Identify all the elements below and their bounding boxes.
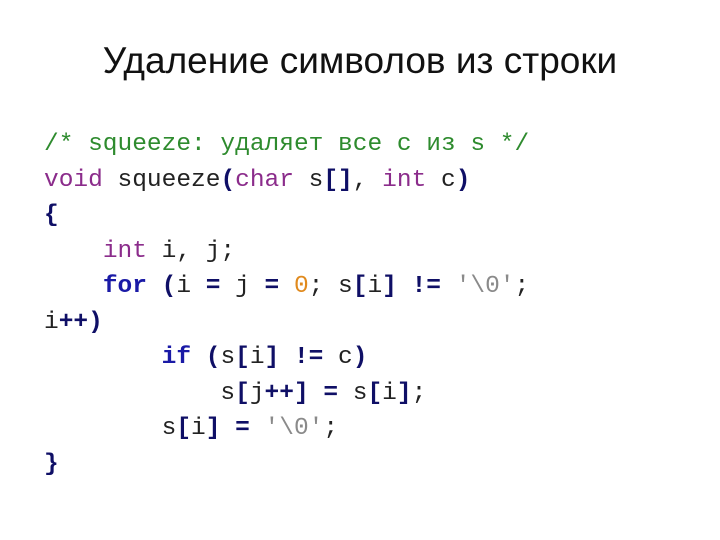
slide-title: Удаление символов из строки bbox=[102, 40, 618, 81]
code-char-literal: '\0' bbox=[264, 415, 324, 442]
code-line: s[j++] = s[i]; bbox=[44, 376, 529, 412]
code-punctuation: ) bbox=[352, 344, 368, 371]
code-punctuation: ++] bbox=[264, 379, 309, 407]
code-text: i bbox=[176, 273, 206, 300]
code-text: i bbox=[191, 415, 206, 442]
code-punctuation: ( bbox=[161, 273, 177, 300]
code-text: c bbox=[323, 344, 353, 371]
code-text: i bbox=[367, 273, 383, 300]
code-line: } bbox=[44, 447, 529, 483]
code-punctuation: [ bbox=[176, 415, 192, 442]
code-text: c bbox=[426, 166, 456, 194]
code-punctuation: = bbox=[235, 415, 250, 442]
code-punctuation: != bbox=[293, 344, 324, 371]
code-text: ; bbox=[411, 379, 427, 407]
code-text: ; bbox=[514, 273, 530, 300]
code-text: j bbox=[249, 379, 265, 407]
code-control-keyword: for bbox=[102, 273, 147, 300]
code-comment: /* squeeze: удаляет все c из s */ bbox=[44, 131, 530, 158]
code-punctuation: ( bbox=[220, 166, 236, 194]
code-text: s bbox=[220, 344, 236, 371]
code-punctuation: ] bbox=[396, 379, 412, 407]
code-text: s bbox=[44, 415, 177, 442]
code-text: i bbox=[382, 379, 397, 407]
code-text: s bbox=[44, 379, 236, 407]
code-text: i, j; bbox=[146, 237, 236, 265]
code-text: j bbox=[220, 273, 265, 300]
code-punctuation: ( bbox=[205, 344, 221, 371]
code-line: if (s[i] != c) bbox=[44, 340, 529, 376]
code-char-literal: '\0' bbox=[455, 273, 515, 300]
code-punctuation: ] bbox=[264, 344, 280, 371]
code-punctuation: ] bbox=[205, 415, 221, 442]
code-text: s bbox=[293, 166, 324, 194]
code-line: s[i] = '\0'; bbox=[44, 411, 529, 447]
code-type-keyword: void bbox=[44, 166, 103, 194]
code-punctuation: ) bbox=[455, 166, 471, 194]
code-block: /* squeeze: удаляет все c из s */ void sq… bbox=[44, 127, 529, 482]
code-punctuation: [ bbox=[367, 379, 383, 407]
code-text: squeeze bbox=[102, 166, 221, 194]
code-line: void squeeze(char s[], int c) bbox=[44, 163, 529, 199]
code-punctuation: [ bbox=[352, 273, 368, 300]
code-punctuation: [] bbox=[323, 166, 353, 194]
code-line: int i, j; bbox=[44, 234, 529, 270]
code-line: /* squeeze: удаляет все c из s */ bbox=[44, 127, 529, 163]
code-text: ; bbox=[323, 415, 339, 442]
code-punctuation: ++) bbox=[58, 308, 103, 336]
code-line: { bbox=[44, 198, 529, 234]
code-type-keyword: int bbox=[102, 237, 147, 265]
code-text: , bbox=[352, 166, 383, 194]
code-control-keyword: if bbox=[161, 344, 192, 371]
code-punctuation: { bbox=[44, 202, 59, 229]
code-punctuation: != bbox=[411, 273, 441, 300]
code-punctuation: = bbox=[205, 273, 221, 300]
code-punctuation: [ bbox=[235, 379, 250, 407]
code-number-literal: 0 bbox=[293, 273, 309, 300]
code-type-keyword: char bbox=[235, 166, 294, 194]
code-line: for (i = j = 0; s[i] != '\0'; bbox=[44, 269, 529, 305]
code-punctuation: = bbox=[323, 379, 339, 407]
code-punctuation: } bbox=[44, 450, 59, 478]
code-text: ; s bbox=[308, 273, 353, 300]
code-punctuation: [ bbox=[235, 344, 250, 371]
code-line: i++) bbox=[44, 305, 529, 341]
code-text: i bbox=[44, 308, 59, 336]
code-punctuation: ] bbox=[382, 273, 397, 300]
code-type-keyword: int bbox=[382, 166, 427, 194]
code-text: s bbox=[338, 379, 368, 407]
code-punctuation: = bbox=[264, 273, 280, 300]
code-text: i bbox=[249, 344, 265, 371]
